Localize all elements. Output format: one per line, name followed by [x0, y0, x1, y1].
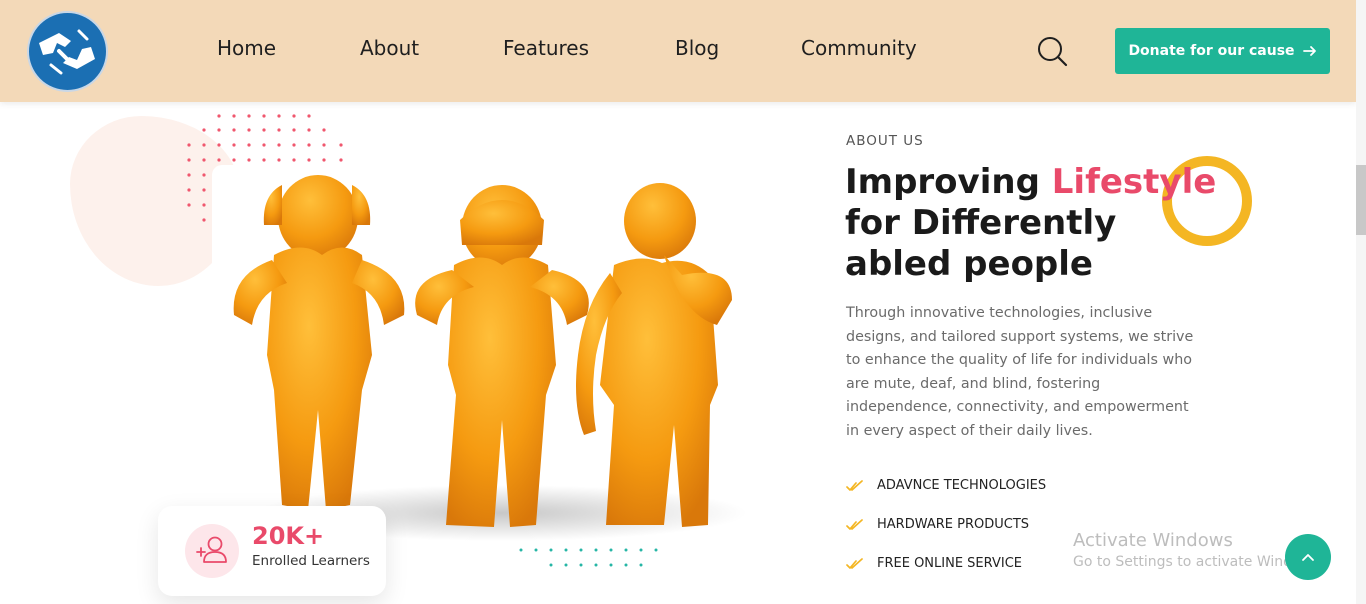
double-check-icon [846, 518, 863, 530]
heading-text-1: Improving [845, 162, 1052, 202]
hands-logo-icon [39, 29, 95, 75]
feature-label: ADAVNCE TECHNOLOGIES [877, 478, 1047, 493]
arrow-right-icon [1302, 46, 1316, 56]
three-wise-figures-illustration [233, 175, 747, 541]
section-eyebrow: ABOUT US [846, 133, 924, 149]
donate-label: Donate for our cause [1128, 43, 1295, 59]
enrolled-stat-card: 20K+ Enrolled Learners [158, 506, 386, 596]
nav-community[interactable]: Community [801, 36, 917, 60]
search-icon[interactable] [1035, 35, 1069, 69]
donate-button[interactable]: Donate for our cause [1115, 28, 1330, 74]
stat-value: 20K+ [252, 522, 325, 550]
site-header: Home About Features Blog Community Donat… [0, 0, 1356, 102]
scroll-to-top-button[interactable] [1285, 534, 1331, 580]
user-add-icon [185, 524, 239, 578]
double-check-icon [846, 479, 863, 491]
three-figures-image [212, 165, 748, 545]
feature-item: ADAVNCE TECHNOLOGIES [846, 466, 1046, 505]
feature-label: HARDWARE PRODUCTS [877, 517, 1030, 532]
nav-blog[interactable]: Blog [675, 36, 719, 60]
stat-label: Enrolled Learners [252, 553, 370, 569]
chevron-up-icon [1302, 554, 1314, 561]
feature-item: HARDWARE PRODUCTS [846, 505, 1046, 544]
site-logo[interactable] [27, 11, 108, 92]
nav-features[interactable]: Features [503, 36, 589, 60]
nav-home[interactable]: Home [217, 36, 276, 60]
section-heading: Improving Lifestyle for Differently able… [845, 162, 1225, 285]
section-description: Through innovative technologies, inclusi… [846, 305, 1194, 439]
feature-list: ADAVNCE TECHNOLOGIES HARDWARE PRODUCTS F… [846, 466, 1046, 583]
nav-about[interactable]: About [360, 36, 419, 60]
page-scrollbar[interactable] [1356, 0, 1366, 604]
double-check-icon [846, 557, 863, 569]
heading-text-2: for Differently abled people [845, 203, 1117, 284]
decorative-dots-teal [519, 548, 658, 567]
feature-item: FREE ONLINE SERVICE [846, 544, 1046, 583]
scrollbar-thumb[interactable] [1356, 165, 1366, 235]
feature-label: FREE ONLINE SERVICE [877, 556, 1022, 571]
heading-accent: Lifestyle [1051, 162, 1217, 202]
